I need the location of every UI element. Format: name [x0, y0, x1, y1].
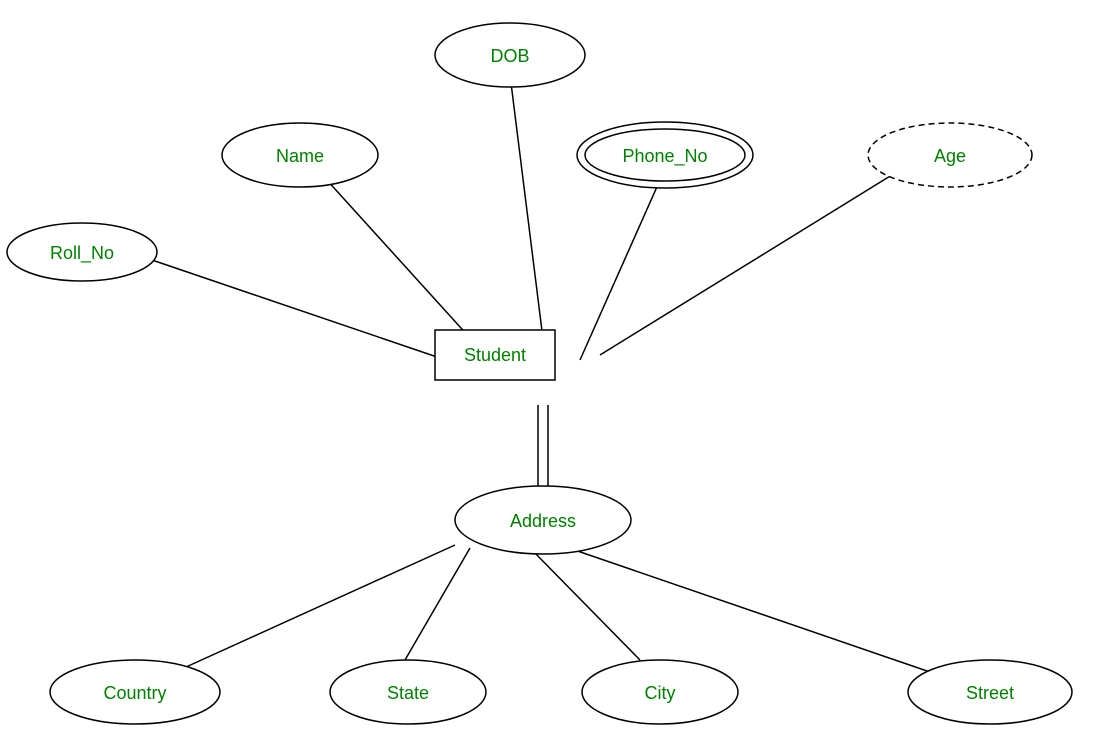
street-label: Street	[966, 683, 1014, 703]
edge-address-city	[530, 548, 640, 660]
edge-address-country	[175, 545, 455, 672]
rollno-label: Roll_No	[50, 243, 114, 264]
edge-address-street	[560, 545, 930, 672]
edge-student-phone	[580, 180, 660, 360]
state-label: State	[387, 683, 429, 703]
country-label: Country	[103, 683, 166, 703]
address-label: Address	[510, 511, 576, 531]
name-label: Name	[276, 146, 324, 166]
dob-label: DOB	[490, 46, 529, 66]
edge-address-state	[405, 548, 470, 660]
phone-label: Phone_No	[622, 146, 707, 167]
city-label: City	[645, 683, 676, 703]
age-label: Age	[934, 146, 966, 166]
edge-student-age	[600, 170, 900, 355]
er-diagram: Student DOB Name Phone_No Age Roll_No Ad…	[0, 0, 1112, 753]
student-label: Student	[464, 345, 526, 365]
edge-student-dob	[510, 75, 545, 355]
